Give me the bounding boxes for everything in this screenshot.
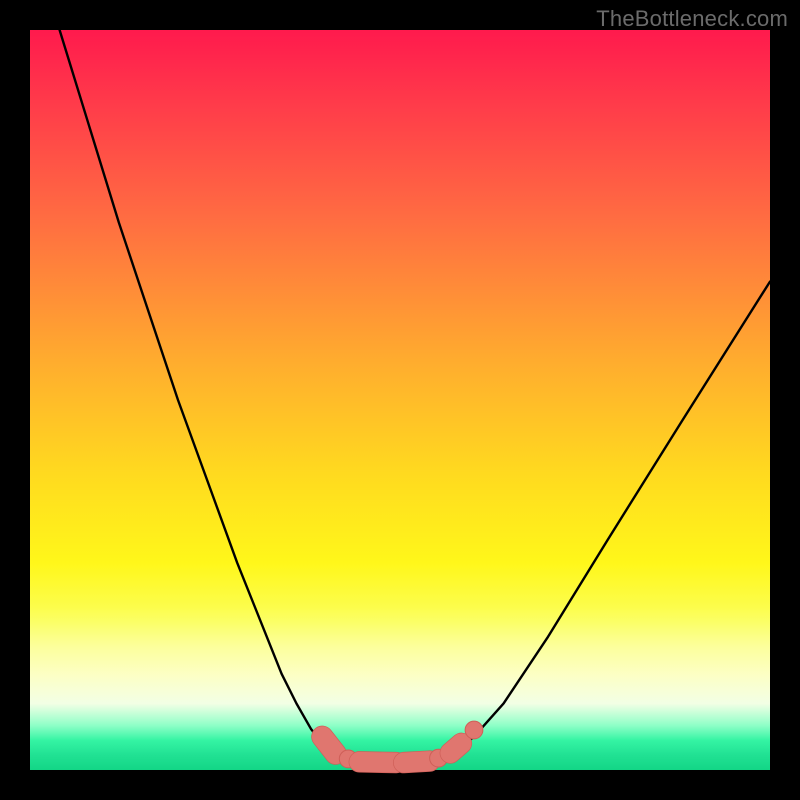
watermark-text: TheBottleneck.com — [596, 6, 788, 32]
curve-marker-pill — [359, 762, 396, 763]
chart-frame: TheBottleneck.com — [0, 0, 800, 800]
curve-markers — [322, 721, 483, 768]
curve-marker-pill — [404, 761, 430, 762]
curve-marker-pill — [322, 737, 335, 754]
curve-layer — [30, 30, 770, 770]
bottleneck-curve — [60, 30, 770, 763]
curve-marker-dot — [465, 721, 483, 739]
curve-marker-pill — [450, 743, 461, 753]
